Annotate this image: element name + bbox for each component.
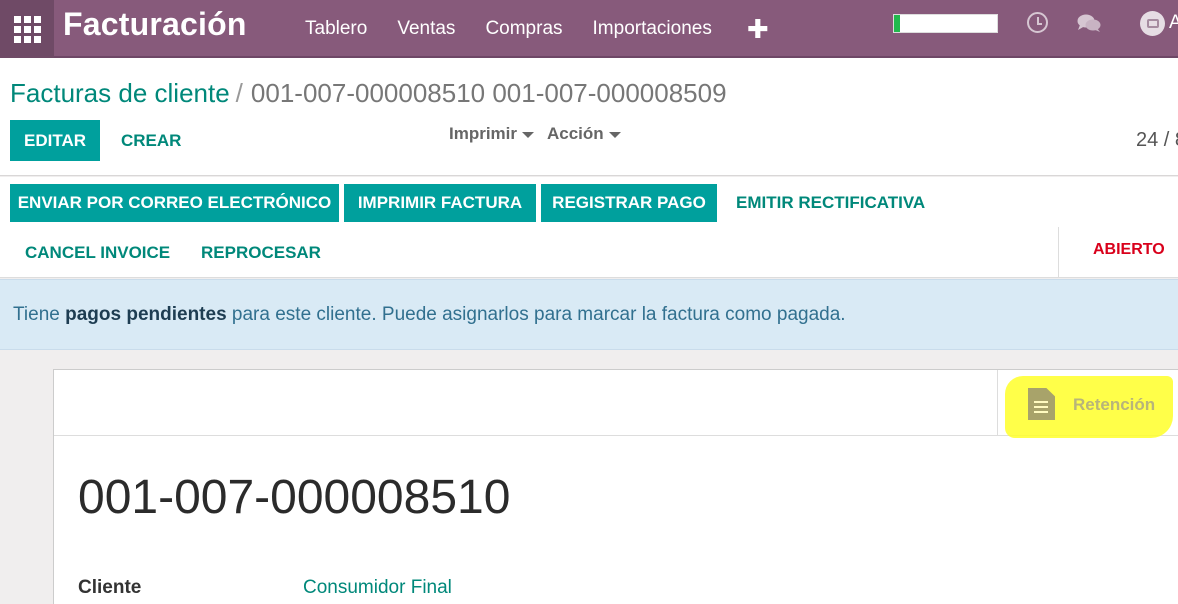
send-email-button[interactable]: ENVIAR POR CORREO ELECTRÓNICO: [10, 184, 339, 222]
progress-bar-fill: [894, 15, 901, 32]
action-dropdown-label: Acción: [547, 124, 604, 143]
pager-counter[interactable]: 24 / 8: [1136, 129, 1178, 152]
reprocess-button[interactable]: REPROCESAR: [201, 234, 321, 272]
menu-item-ventas[interactable]: Ventas: [382, 18, 470, 40]
camera-icon: [1146, 19, 1159, 28]
app-title: Facturación: [63, 6, 247, 42]
breadcrumb: Facturas de cliente/001-007-000008510 00…: [10, 78, 727, 109]
record-title: 001-007-000008510: [78, 471, 511, 524]
form-statusbar: ENVIAR POR CORREO ELECTRÓNICO IMPRIMIR F…: [0, 177, 1178, 278]
top-navbar: Facturación Tablero Ventas Compras Impor…: [0, 0, 1178, 58]
status-area: ABIERTO: [1058, 227, 1178, 277]
breadcrumb-separator: /: [235, 78, 243, 108]
cancel-invoice-button[interactable]: CANCEL INVOICE: [25, 234, 170, 272]
alert-message: Tiene pagos pendientes para este cliente…: [13, 304, 846, 326]
menu-item-importaciones[interactable]: Importaciones: [578, 18, 727, 40]
apps-grid-icon: [13, 15, 41, 43]
alert-suffix: para este cliente. Puede asignarlos para…: [226, 304, 846, 325]
outstanding-payments-alert: Tiene pagos pendientes para este cliente…: [0, 279, 1178, 350]
retention-label: Retención: [1073, 395, 1156, 414]
breadcrumb-current: 001-007-000008510 001-007-000008509: [250, 78, 727, 108]
caret-down-icon: [522, 131, 535, 138]
print-dropdown-label: Imprimir: [449, 124, 518, 143]
breadcrumb-parent[interactable]: Facturas de cliente: [10, 78, 230, 108]
print-dropdown[interactable]: Imprimir: [449, 124, 535, 144]
alert-bold-text: pagos pendientes: [65, 304, 227, 325]
menu-item-tablero[interactable]: Tablero: [290, 18, 382, 40]
register-payment-button[interactable]: REGISTRAR PAGO: [541, 184, 717, 222]
status-badge[interactable]: ABIERTO: [1093, 241, 1165, 259]
menu-item-compras[interactable]: Compras: [470, 18, 577, 40]
chat-icon[interactable]: [1077, 13, 1101, 33]
clock-icon[interactable]: [1027, 12, 1048, 33]
issue-credit-note-button[interactable]: EMITIR RECTIFICATIVA: [736, 184, 925, 222]
plus-icon[interactable]: ✚: [747, 14, 769, 45]
control-panel: Facturas de cliente/001-007-000008510 00…: [0, 58, 1178, 176]
document-icon: [1028, 388, 1055, 420]
edit-button[interactable]: EDITAR: [10, 120, 100, 161]
create-button[interactable]: CREAR: [121, 120, 181, 161]
user-name[interactable]: A: [1169, 12, 1178, 34]
progress-bar[interactable]: [893, 14, 998, 33]
action-dropdown[interactable]: Acción: [547, 124, 621, 144]
customer-field-label: Cliente: [78, 577, 142, 598]
alert-prefix: Tiene: [13, 304, 66, 325]
apps-menu-button[interactable]: [0, 0, 54, 58]
user-avatar[interactable]: [1140, 11, 1165, 36]
customer-field-value[interactable]: Consumidor Final: [303, 577, 452, 599]
form-sheet: Retención 001-007-000008510 Cliente Cons…: [53, 369, 1178, 604]
top-menu: Tablero Ventas Compras Importaciones ✚: [290, 0, 769, 58]
smart-button-box: Retención: [54, 370, 1178, 438]
print-invoice-button[interactable]: IMPRIMIR FACTURA: [344, 184, 536, 222]
caret-down-icon: [608, 131, 621, 138]
